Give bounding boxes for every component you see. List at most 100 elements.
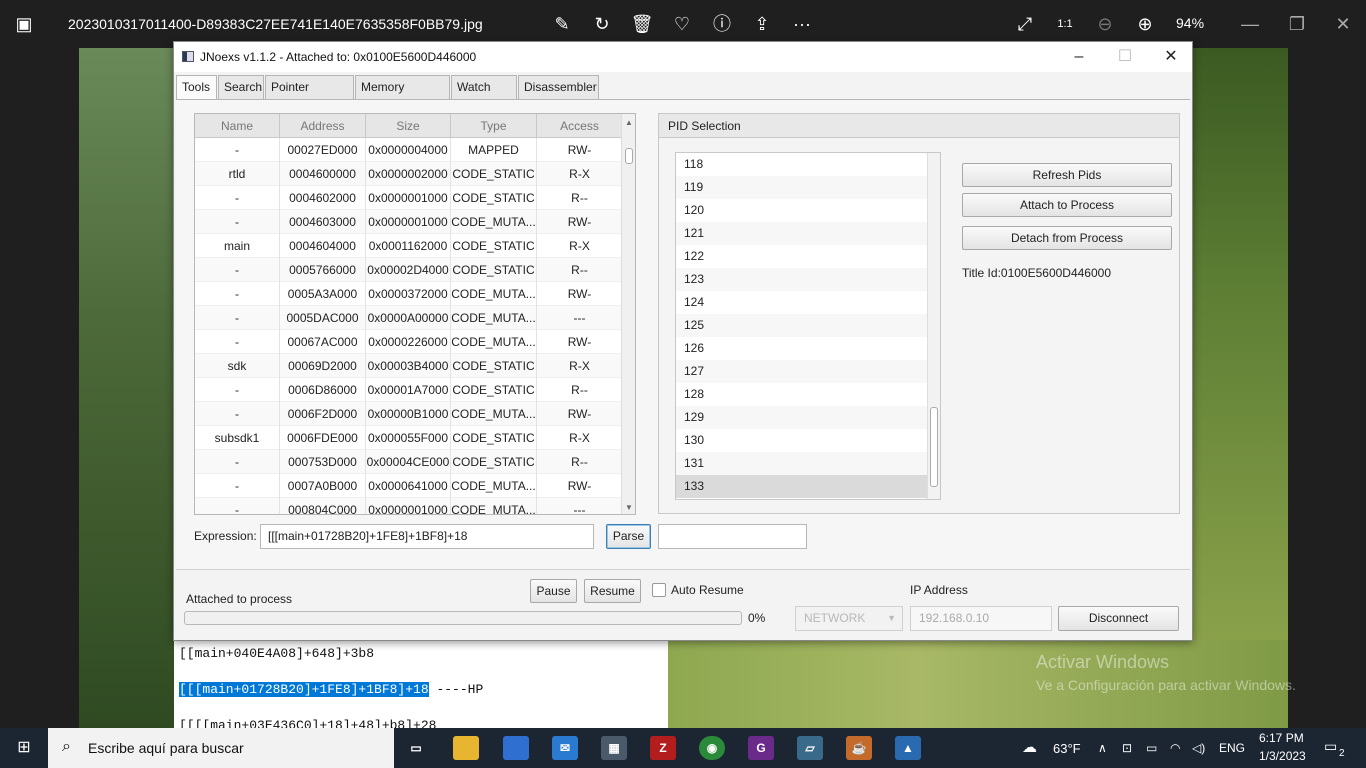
photos-app-icon[interactable]: ▲ — [895, 736, 921, 760]
table-row[interactable]: sdk 00069D2000 0x00003B4000 CODE_STATIC R-X — [195, 354, 623, 378]
minimize-icon[interactable]: — — [1238, 12, 1262, 36]
tab-watch-list[interactable]: Watch List — [451, 75, 517, 116]
table-scrollbar[interactable]: ▲ ▼ — [621, 114, 635, 514]
pause-button[interactable]: Pause — [530, 579, 577, 603]
scroll-up-icon[interactable]: ▲ — [625, 118, 633, 127]
table-row[interactable]: -00067AC000 0x0000226000 CODE_MUTA... RW- — [195, 330, 623, 354]
info-icon[interactable]: ⓘ — [710, 12, 734, 36]
calculator-icon[interactable]: ▦ — [601, 736, 627, 760]
close-icon[interactable]: ✕ — [1331, 12, 1355, 36]
delete-icon[interactable]: 🗑 — [630, 12, 654, 36]
store-icon[interactable] — [503, 736, 529, 760]
pid-list[interactable]: 118 119 120 121 122 123 124 125 126 127 128 129 130 1… — [675, 152, 941, 500]
table-row[interactable]: subsdk1 0006FDE000 0x000055F000 CODE_STATIC… — [195, 426, 623, 450]
zoom-in-icon[interactable]: ⊕ — [1133, 12, 1157, 36]
table-row[interactable]: -0006F2D000 0x00000B1000 CODE_MUTA... RW- — [195, 402, 623, 426]
wifi-icon[interactable]: ◠ — [1170, 741, 1180, 755]
memory-table[interactable]: Name Address Size Type Access -00027ED00… — [194, 113, 636, 515]
col-header-name[interactable]: Name — [195, 114, 280, 138]
photos-icon[interactable]: ▣ — [12, 12, 36, 36]
tab-pointer-search[interactable]: Pointer Search — [265, 75, 354, 116]
task-view-icon[interactable]: ▭ — [403, 736, 429, 760]
file-explorer-icon[interactable] — [453, 736, 479, 760]
pid-item[interactable]: 129 — [676, 406, 928, 429]
scroll-down-icon[interactable]: ▼ — [625, 503, 633, 512]
table-row[interactable]: -0004602000 0x0000001000 CODE_STATIC R-- — [195, 186, 623, 210]
heart-icon[interactable]: ♡ — [670, 12, 694, 36]
tab-search[interactable]: Search — [218, 75, 264, 99]
windows-start-icon[interactable]: ⊞ — [0, 728, 48, 768]
notes-icon[interactable]: ▱ — [797, 736, 823, 760]
scroll-thumb[interactable] — [930, 407, 938, 487]
pid-item[interactable]: 127 — [676, 360, 928, 383]
more-icon[interactable]: ··· — [790, 12, 814, 36]
edit-icon[interactable]: ✎ — [550, 12, 574, 36]
clock-time[interactable]: 6:17 PM — [1259, 731, 1304, 745]
expression-input[interactable]: [[[main+01728B20]+1FE8]+1BF8]+18 — [260, 524, 594, 549]
pid-item[interactable]: 128 — [676, 383, 928, 406]
pdf-icon[interactable]: G — [748, 736, 774, 760]
refresh-pids-button[interactable]: Refresh Pids — [962, 163, 1172, 187]
detach-process-button[interactable]: Detach from Process — [962, 226, 1172, 250]
filezilla-icon[interactable]: Z — [650, 736, 676, 760]
chrome-icon[interactable]: ◉ — [699, 736, 725, 760]
pid-item[interactable]: 125 — [676, 314, 928, 337]
table-row[interactable]: rtld 0004600000 0x0000002000 CODE_STATIC R-X — [195, 162, 623, 186]
resume-button[interactable]: Resume — [584, 579, 641, 603]
actual-size-icon[interactable]: 1:1 — [1053, 12, 1077, 36]
language[interactable]: ENG — [1219, 741, 1245, 755]
maximize-icon[interactable]: ☐ — [1102, 42, 1148, 72]
pid-item[interactable]: 124 — [676, 291, 928, 314]
volume-icon[interactable]: ◁) — [1192, 741, 1205, 755]
pid-item[interactable]: 122 — [676, 245, 928, 268]
pid-item[interactable]: 121 — [676, 222, 928, 245]
battery-icon[interactable]: ▭ — [1146, 741, 1157, 755]
zoom-out-icon[interactable]: ⊖ — [1093, 12, 1117, 36]
network-select[interactable]: NETWORK ▼ — [795, 606, 903, 631]
table-row[interactable]: -0007A0B000 0x0000641000 CODE_MUTA... RW- — [195, 474, 623, 498]
tab-tools[interactable]: Tools — [176, 75, 217, 100]
pid-scrollbar[interactable] — [927, 153, 940, 499]
tab-memory-viewer[interactable]: Memory Viewer — [355, 75, 450, 116]
pid-item[interactable]: 126 — [676, 337, 928, 360]
rotate-icon[interactable]: ↻ — [590, 12, 614, 36]
pid-item[interactable]: 120 — [676, 199, 928, 222]
tab-disassembler[interactable]: Disassembler — [518, 75, 599, 99]
pid-item[interactable]: 130 — [676, 429, 928, 452]
camera-icon[interactable]: ⊡ — [1122, 741, 1132, 755]
parse-button[interactable]: Parse — [606, 524, 651, 549]
table-row[interactable]: -0005A3A000 0x0000372000 CODE_MUTA... RW- — [195, 282, 623, 306]
table-row[interactable]: -000753D000 0x00004CE000 CODE_STATIC R-- — [195, 450, 623, 474]
pid-item[interactable]: 119 — [676, 176, 928, 199]
table-row[interactable]: -000804C000 0x0000001000 CODE_MUTA... --- — [195, 498, 623, 514]
close-icon[interactable]: ✕ — [1148, 42, 1194, 72]
col-header-size[interactable]: Size — [366, 114, 451, 138]
chevron-up-icon[interactable]: ∧ — [1098, 741, 1107, 755]
table-row[interactable]: -0005DAC000 0x0000A00000 CODE_MUTA... --- — [195, 306, 623, 330]
mail-icon[interactable]: ✉ — [552, 736, 578, 760]
table-row[interactable]: -00027ED000 0x0000004000 MAPPED RW- — [195, 138, 623, 162]
pid-item[interactable]: 131 — [676, 452, 928, 475]
pid-item[interactable]: 118 — [676, 153, 928, 176]
pid-item[interactable]: 123 — [676, 268, 928, 291]
col-header-address[interactable]: Address — [280, 114, 366, 138]
table-row[interactable]: -0006D86000 0x00001A7000 CODE_STATIC R-- — [195, 378, 623, 402]
java-icon[interactable]: ☕ — [846, 736, 872, 760]
restore-icon[interactable]: ❐ — [1285, 12, 1309, 36]
ip-address-input[interactable]: 192.168.0.10 — [910, 606, 1052, 631]
minimize-icon[interactable]: – — [1056, 42, 1102, 72]
table-row[interactable]: -0005766000 0x00002D4000 CODE_STATIC R-- — [195, 258, 623, 282]
col-header-access[interactable]: Access — [537, 114, 623, 138]
attach-process-button[interactable]: Attach to Process — [962, 193, 1172, 217]
weather-icon[interactable]: ☁ — [1022, 738, 1037, 756]
col-header-type[interactable]: Type — [451, 114, 537, 138]
notepad-text[interactable]: [[main+040E4A08]+648]+3b8 [[[main+01728B… — [174, 640, 668, 728]
table-row[interactable]: -0004603000 0x0000001000 CODE_MUTA... RW- — [195, 210, 623, 234]
auto-resume-checkbox[interactable] — [652, 583, 666, 597]
scroll-thumb[interactable] — [625, 148, 633, 164]
pid-item[interactable]: 133 — [676, 475, 928, 498]
notification-icon[interactable]: ▭ — [1324, 738, 1337, 755]
parse-result-field[interactable] — [658, 524, 807, 549]
expand-icon[interactable]: ⤢ — [1013, 12, 1037, 36]
clock-date[interactable]: 1/3/2023 — [1259, 749, 1306, 763]
